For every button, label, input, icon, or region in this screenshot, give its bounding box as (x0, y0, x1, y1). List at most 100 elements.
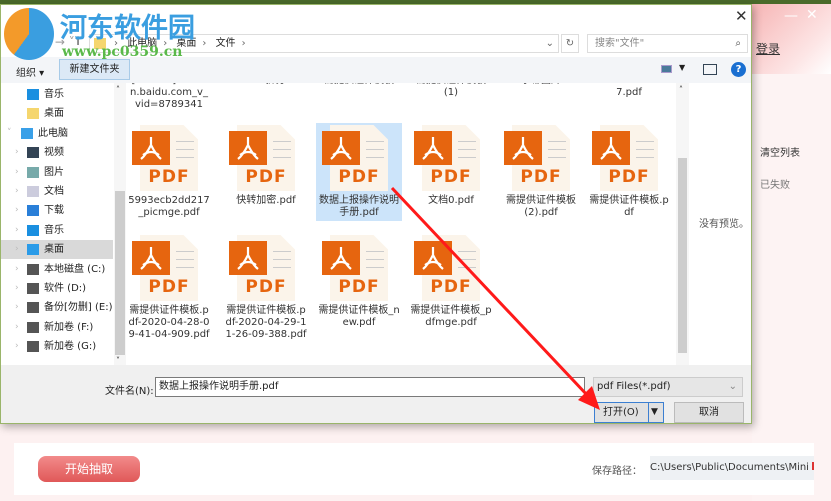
organize-menu[interactable]: 组织 ▾ (16, 64, 44, 79)
file-item[interactable]: PDF 需提供证件模板.pdf-2020-04-28-09-41-04-909.p… (126, 233, 212, 343)
filetype-select[interactable]: pdf Files(*.pdf) ⌄ (593, 377, 743, 397)
clear-list-button[interactable]: 清空列表 (760, 144, 800, 159)
folder-icon[interactable] (811, 462, 814, 470)
sidebar-item[interactable]: › 本地磁盘 (C:) (1, 260, 113, 279)
chevron-right-icon[interactable]: › (15, 240, 19, 259)
chevron-right-icon[interactable]: › (15, 279, 19, 298)
sidebar-scrollbar[interactable]: ˄ ˅ (114, 83, 126, 365)
video-icon (27, 147, 39, 159)
sidebar-item-label: 音乐 (44, 224, 64, 236)
file-name: 5993ecb2dd217.pdf (591, 83, 666, 98)
close-icon[interactable]: ✕ (806, 7, 818, 23)
file-name: PDF拆分 (223, 83, 309, 89)
file-name: 数据上报操作说明手册.pdf (319, 195, 399, 218)
file-list-scrollbar[interactable]: ˄ (676, 83, 689, 365)
sidebar-item[interactable]: › 图片 (1, 163, 113, 182)
sidebar-item[interactable]: › 视频 (1, 143, 113, 162)
sidebar-item[interactable]: 桌面 (1, 104, 113, 123)
sidebar-item[interactable]: › 软件 (D:) (1, 279, 113, 298)
breadcrumb-item[interactable]: 此电脑 (127, 38, 157, 49)
file-name: 文档0.pdf (428, 195, 474, 206)
login-link[interactable]: 登录 (756, 40, 780, 57)
view-options-icon[interactable] (661, 65, 672, 73)
chevron-right-icon[interactable]: › (15, 298, 19, 317)
close-icon[interactable]: ✕ (735, 7, 748, 25)
sidebar-item[interactable]: › 下载 (1, 201, 113, 220)
filetype-value: pdf Files(*.pdf) (597, 381, 671, 392)
chevron-down-icon[interactable]: ⌄ (546, 35, 554, 52)
file-item[interactable]: PDF 需提供证件模板.pdf-2020-04-29-11-26-09-388.p… (223, 233, 309, 343)
sidebar-item[interactable]: › 文档 (1, 182, 113, 201)
sidebar-item[interactable]: › 备份[勿删] (E:) (1, 298, 113, 317)
file-item[interactable]: PDF拆分 (223, 83, 309, 89)
search-icon: ⌕ (735, 38, 741, 49)
pdf-file-icon: PDF (414, 233, 488, 303)
file-name: 字幕图片 (498, 83, 584, 89)
start-extract-button[interactable]: 开始抽取 (38, 456, 140, 482)
minimize-icon[interactable]: — (784, 8, 798, 24)
pdf-file-icon: PDF (229, 233, 303, 303)
dropdown-arrow-icon[interactable]: ▼ (651, 403, 658, 422)
open-file-dialog: 打开 ✕ ← → ˅ ↑ › 此电脑 › 桌面 › 文件 › ⌄ ↻ 搜索"文件" ⌕ … (0, 4, 752, 424)
open-button[interactable]: 打开(O) ▼ (594, 402, 664, 423)
breadcrumb-item[interactable]: 桌面 (176, 38, 196, 49)
documents-icon (27, 186, 39, 197)
file-name: 需提供证件模板(2).pdf (506, 195, 576, 218)
sidebar-item[interactable]: › 新加卷 (G:) (1, 337, 113, 356)
file-item[interactable]: 字幕图片 (498, 83, 584, 89)
address-bar[interactable]: › 此电脑 › 桌面 › 文件 › ⌄ (89, 34, 559, 53)
sidebar-item-label: 音乐 (44, 89, 64, 100)
file-item[interactable]: PDF 5993ecb2dd217_picmge.pdf (126, 123, 212, 221)
chevron-right-icon[interactable]: › (15, 143, 19, 162)
failed-tab[interactable]: 已失败 (760, 176, 790, 191)
file-name: 需提供证件模板_new.pdf (318, 305, 400, 328)
pdf-file-icon: PDF (132, 123, 206, 193)
up-arrow-icon[interactable]: ↑ (73, 34, 83, 48)
back-forward-icon[interactable]: ← → ˅ (41, 35, 75, 49)
sidebar-item-label: 新加卷 (F:) (44, 321, 94, 333)
chevron-right-icon[interactable]: › (15, 337, 19, 356)
file-item[interactable]: PDF 需提供证件模板(2).pdf (498, 123, 584, 221)
file-item[interactable]: [NOTitle]haokan.baidu.com_v_vid=8789341 (126, 83, 212, 113)
file-name: 快转加密.pdf (236, 195, 296, 206)
file-item[interactable]: 需提供证件模板 (316, 83, 402, 89)
save-path-field[interactable]: C:\Users\Public\Documents\Mini (650, 456, 814, 480)
file-item[interactable]: PDF 快转加密.pdf (223, 123, 309, 209)
chevron-right-icon[interactable]: › (15, 201, 19, 220)
sidebar-item-label: 桌面 (44, 108, 64, 120)
chevron-right-icon[interactable]: › (15, 221, 19, 240)
file-item[interactable]: 需提供证件模板(1) (408, 83, 494, 101)
new-folder-button[interactable]: 新建文件夹 (59, 59, 130, 80)
filename-input[interactable]: 数据上报操作说明手册.pdf (155, 377, 585, 397)
file-item[interactable]: PDF 需提供证件模板_pdfmge.pdf (408, 233, 494, 331)
file-name: 需提供证件模板 (316, 83, 402, 89)
sidebar-item[interactable]: › 桌面 (1, 240, 113, 260)
file-item[interactable]: 5993ecb2dd217.pdf (586, 83, 672, 101)
file-name: 需提供证件模板.pdf-2020-04-28-09-41-04-909.pdf (128, 305, 210, 340)
breadcrumb-item[interactable]: 文件 (216, 38, 236, 49)
chevron-right-icon[interactable]: › (15, 163, 19, 182)
chevron-down-icon[interactable]: ▼ (679, 63, 685, 72)
navigation-pane: ˄ ˅ 音乐 桌面 ˅ 此电脑 › 视频 › 图片 › 文档 › 下载 › 音乐 › 桌面 › 本地磁盘 (C:) ›… (1, 83, 126, 365)
chevron-right-icon[interactable]: › (15, 318, 19, 337)
drive-icon (27, 341, 39, 353)
file-name: [NOTitle]haokan.baidu.com_v_vid=8789341 (130, 83, 208, 110)
cancel-button[interactable]: 取消 (674, 402, 744, 423)
file-item[interactable]: PDF 文档0.pdf (408, 123, 494, 209)
chevron-right-icon[interactable]: › (15, 182, 19, 201)
file-item[interactable]: PDF 需提供证件模板.pdf (586, 123, 672, 221)
sidebar-item[interactable]: ˅ 此电脑 (1, 124, 113, 143)
file-name: 5993ecb2dd217_picmge.pdf (128, 195, 210, 218)
sidebar-item[interactable]: › 音乐 (1, 221, 113, 240)
search-input[interactable]: 搜索"文件" ⌕ (587, 34, 748, 53)
chevron-down-icon[interactable]: ˅ (7, 124, 12, 143)
preview-pane-icon[interactable] (703, 64, 717, 75)
sidebar-item[interactable]: › 新加卷 (F:) (1, 318, 113, 337)
sidebar-item[interactable]: 音乐 (1, 85, 113, 104)
folder-icon (94, 38, 106, 49)
chevron-right-icon[interactable]: › (15, 260, 19, 279)
refresh-button[interactable]: ↻ (561, 34, 579, 53)
file-item[interactable]: PDF 数据上报操作说明手册.pdf (316, 123, 402, 221)
help-icon[interactable]: ? (731, 62, 746, 77)
file-item[interactable]: PDF 需提供证件模板_new.pdf (316, 233, 402, 331)
